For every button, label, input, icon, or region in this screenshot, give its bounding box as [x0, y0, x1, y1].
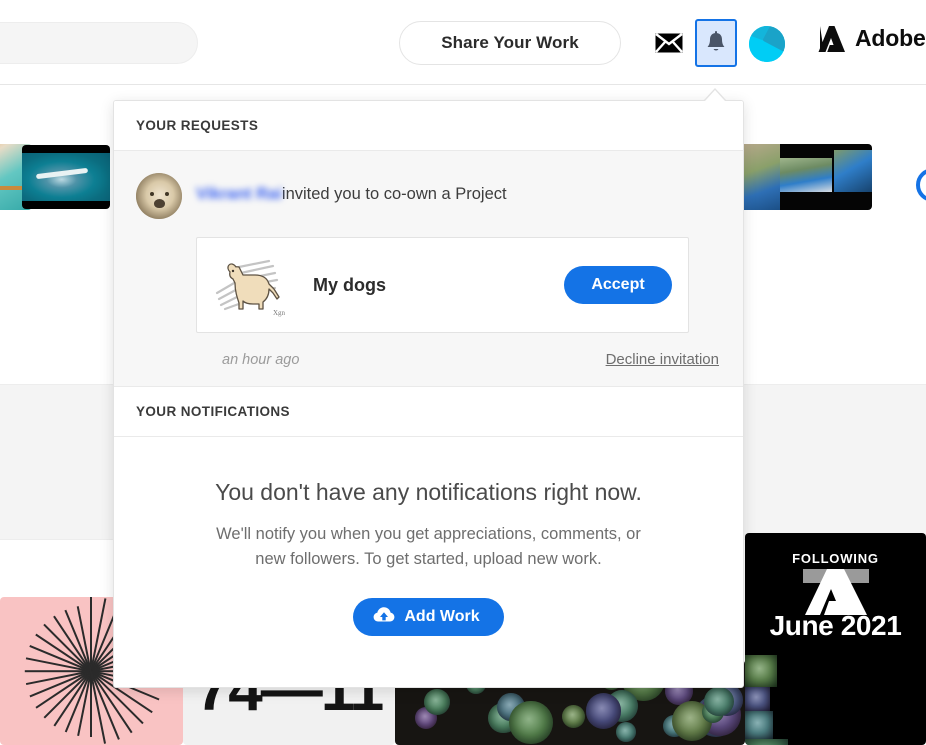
request-message: Vikrant Raiinvited you to co-own a Proje… — [196, 173, 507, 205]
following-card[interactable]: FOLLOWING June 2021 — [745, 533, 926, 745]
project-invite-card[interactable]: Xgn My dogs Accept — [196, 237, 689, 333]
share-your-work-button[interactable]: Share Your Work — [399, 21, 621, 65]
notifications-dropdown-panel: YOUR REQUESTS Vikrant Raiinvited you to … — [113, 100, 744, 688]
cars-thumb-panel-2 — [780, 158, 832, 192]
succulent-shape — [586, 693, 622, 729]
succulent-shape — [704, 687, 734, 717]
user-avatar[interactable] — [749, 26, 785, 62]
request-header-row: Vikrant Raiinvited you to co-own a Proje… — [136, 173, 721, 219]
request-item: Vikrant Raiinvited you to co-own a Proje… — [114, 151, 743, 387]
avatar-detail-1 — [150, 192, 154, 196]
succulent-shape — [509, 701, 553, 745]
your-requests-title: YOUR REQUESTS — [136, 118, 258, 133]
add-work-label: Add Work — [404, 608, 479, 626]
succulent-shape — [745, 655, 777, 687]
request-footer: an hour ago Decline invitation — [222, 333, 719, 386]
ocean-thumb[interactable] — [22, 145, 110, 209]
envelope-icon[interactable] — [648, 14, 690, 72]
dog-photo-avatar[interactable] — [136, 173, 182, 219]
succulent-shape — [745, 687, 770, 712]
empty-state-subtitle-line2: new followers. To get started, upload ne… — [255, 550, 601, 568]
empty-state-subtitle-line1: We'll notify you when you get appreciati… — [216, 525, 641, 543]
dropdown-caret — [703, 88, 727, 102]
empty-state-title: You don't have any notifications right n… — [154, 479, 703, 506]
following-badge: FOLLOWING — [745, 551, 926, 566]
search-input[interactable] — [0, 22, 198, 64]
your-requests-header: YOUR REQUESTS — [114, 101, 743, 151]
ocean-thumb-image — [22, 153, 110, 201]
following-date: June 2021 — [745, 610, 926, 642]
add-work-row: Add Work — [154, 598, 703, 636]
succulent-shape — [424, 689, 450, 715]
dog-sketch-thumbnail: Xgn — [211, 249, 291, 321]
request-timestamp: an hour ago — [222, 352, 299, 368]
cloud-upload-icon — [373, 606, 395, 628]
avatar-detail-2 — [165, 192, 169, 196]
request-message-text: invited you to co-own a Project — [282, 185, 507, 203]
request-user-name[interactable]: Vikrant Rai — [196, 184, 282, 205]
decline-invitation-link[interactable]: Decline invitation — [606, 351, 719, 368]
empty-notifications-state: You don't have any notifications right n… — [114, 437, 743, 636]
adobe-wordmark: Adobe — [855, 25, 926, 52]
your-notifications-header: YOUR NOTIFICATIONS — [114, 387, 743, 437]
notifications-bell-button[interactable] — [695, 19, 737, 67]
following-card-image — [745, 655, 926, 745]
adobe-brand[interactable]: Adobe — [818, 25, 926, 52]
cars-thumb-panel-1 — [738, 144, 780, 210]
app-root: 74—11 FOLLOWING June 2021 Share Your Wor… — [0, 0, 926, 745]
top-header: Share Your Work Adobe — [0, 0, 926, 85]
cars-thumb-panel-3 — [834, 150, 872, 192]
avatar-detail-3 — [154, 199, 165, 208]
succulent-shape — [562, 705, 585, 728]
accept-button-label: Accept — [591, 276, 644, 294]
share-your-work-label: Share Your Work — [441, 33, 579, 53]
adobe-logo-icon — [818, 26, 846, 52]
avatar-photo — [136, 173, 182, 219]
add-work-button[interactable]: Add Work — [353, 598, 503, 636]
accept-button[interactable]: Accept — [564, 266, 672, 304]
project-title: My dogs — [313, 275, 386, 296]
bell-icon — [706, 31, 726, 55]
cars-thumb[interactable] — [738, 144, 872, 210]
succulent-shape — [616, 722, 636, 742]
empty-state-subtitle: We'll notify you when you get appreciati… — [154, 522, 703, 572]
succulent-shape — [745, 711, 773, 739]
svg-text:Xgn: Xgn — [273, 309, 286, 317]
your-notifications-title: YOUR NOTIFICATIONS — [136, 404, 290, 419]
succulent-shape — [745, 739, 788, 745]
